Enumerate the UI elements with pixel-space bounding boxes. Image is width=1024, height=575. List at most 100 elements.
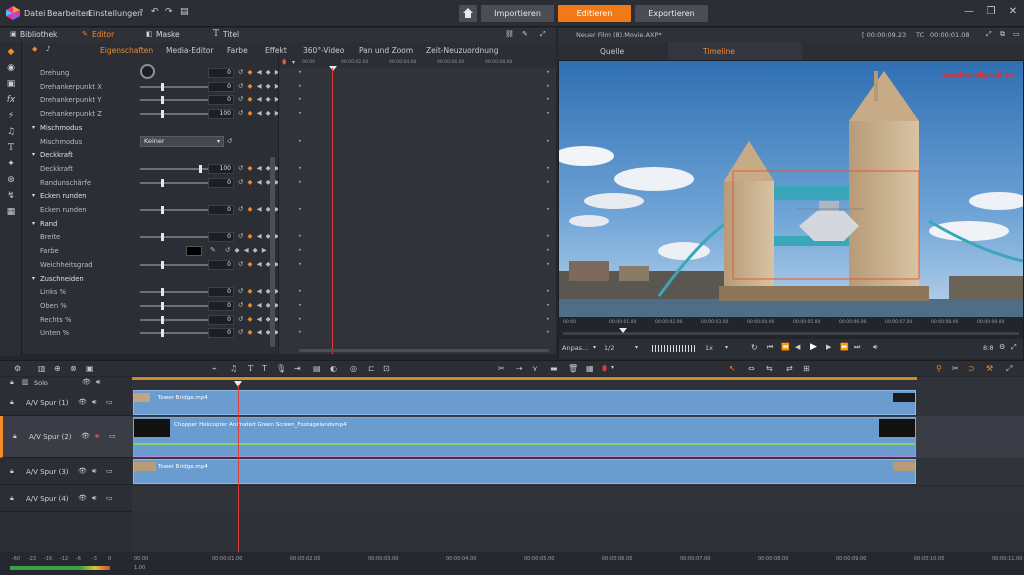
value-field[interactable]: 0 (208, 205, 234, 215)
keyframe-expand-icon[interactable]: ▸ (547, 165, 550, 171)
go-end-icon[interactable]: ⏭ (854, 343, 860, 352)
track-lock-icon[interactable]: ▣ (86, 364, 94, 373)
lock-all-icon[interactable]: 🔒︎ (10, 378, 14, 387)
tab-quelle[interactable]: Quelle (600, 47, 624, 56)
media-icon[interactable]: ▣ (5, 78, 17, 90)
eyedropper-icon[interactable]: ✎ (210, 246, 216, 254)
rotation-dial[interactable] (140, 64, 155, 79)
slider-knob[interactable] (198, 164, 202, 173)
track-lock-icon[interactable]: 🔒︎ (10, 494, 14, 503)
property-slider[interactable] (140, 96, 208, 105)
monitor-icon[interactable]: ▭ (109, 432, 116, 440)
keyframe-dropdown-icon[interactable]: ▾ (292, 59, 295, 66)
monitor-icon[interactable]: ▭ (106, 494, 113, 502)
keyframe-controls[interactable]: ↺ ◆ ◀ ◆ ▶ (238, 68, 281, 76)
eye-all-icon[interactable]: 👁︎ (82, 378, 91, 386)
link-icon[interactable]: ⛓ (505, 30, 514, 38)
section-toggle-icon[interactable]: ▾ (32, 220, 35, 227)
ratio-dropdown-icon[interactable]: ▾ (635, 344, 638, 351)
track-header[interactable]: 🔒︎ A/V Spur (2) 👁︎ 🔊︎ ▭ (0, 416, 132, 458)
reset-icon[interactable]: ↺ (238, 82, 248, 90)
reset-icon[interactable]: ↺ (238, 260, 248, 268)
tools-icon[interactable]: ⚒ (986, 364, 993, 373)
speaker-icon[interactable]: 🔊︎ (92, 398, 96, 407)
value-field[interactable]: 0 (208, 177, 234, 188)
marker-dropdown-icon[interactable]: ▾ (611, 364, 614, 371)
value-field[interactable]: 0 (208, 300, 234, 311)
slider-knob[interactable] (161, 96, 165, 105)
tab-maske[interactable]: Maske (156, 30, 180, 39)
undo-icon[interactable]: ↶ (151, 7, 159, 17)
subtab-360-video[interactable]: 360°-Video (303, 46, 344, 55)
import-button[interactable]: Importieren (481, 5, 554, 22)
monitor-icon[interactable]: ▭ (106, 398, 113, 406)
keyframe-expand-icon[interactable]: ▸ (547, 233, 550, 239)
keyframe-expand-icon[interactable]: ▸ (547, 69, 550, 75)
audio-icon[interactable]: ♫ (230, 364, 237, 373)
restore-icon[interactable]: ❐ (984, 5, 998, 19)
fit-dropdown-icon[interactable]: ▾ (593, 344, 596, 351)
keyframe-expand-icon[interactable]: ▸ (547, 110, 550, 116)
keyframe-marker-icon[interactable]: ⬮ (282, 58, 286, 67)
slide-icon[interactable]: ⇔ (748, 364, 755, 373)
eye-icon[interactable]: 👁︎ (81, 432, 90, 440)
keyframe-expand-icon[interactable]: ▸ (299, 302, 302, 308)
property-slider[interactable] (140, 178, 208, 187)
tab-titel[interactable]: Titel (223, 30, 239, 39)
value-field[interactable]: 0 (208, 95, 234, 106)
fit-select[interactable]: Anpas... (562, 344, 588, 352)
property-slider[interactable] (140, 233, 208, 242)
section-label[interactable]: Mischmodus (40, 124, 82, 132)
tab-bibliothek[interactable]: Bibliothek (20, 30, 57, 39)
track-lock-icon[interactable]: 🔒︎ (13, 432, 17, 441)
value-field[interactable]: 0 (208, 232, 234, 243)
frame-forward-icon[interactable]: ▶ (826, 343, 831, 351)
edit-button[interactable]: Editieren (558, 5, 631, 22)
property-select[interactable]: Keiner ▾ (140, 135, 224, 147)
keyframe-expand-icon[interactable]: ▸ (299, 69, 302, 75)
keyframe-nav-icon[interactable]: ◀ ◆ ▶ (254, 178, 281, 186)
preview-ruler[interactable]: 00:00 00:00:01.00 00:00:02.00 00:00:03.00 00… (559, 317, 1023, 339)
keyframe-controls[interactable]: ↺ ◆ ◀ ◆ ▶ (238, 95, 281, 103)
value-field[interactable]: 100 (208, 163, 234, 174)
section-label[interactable]: Deckkraft (40, 151, 73, 159)
reset-icon[interactable]: ↺ (238, 328, 248, 336)
keyframe-expand-icon[interactable]: ▸ (547, 96, 550, 102)
mic-icon[interactable]: 🎙︎ (276, 364, 286, 373)
reset-icon[interactable]: ↺ (238, 164, 248, 172)
keyframe-nav-icon[interactable]: ◀ ◆ ▶ (254, 68, 281, 76)
transition-icon[interactable]: ⚡ (5, 110, 17, 122)
keyframe-expand-icon[interactable]: ▸ (547, 261, 550, 267)
clip-track-3[interactable]: Tower Bridge.mp4 (133, 459, 916, 484)
slider-knob[interactable] (161, 206, 165, 214)
subtab-zeit-neuzuordnung[interactable]: Zeit-Neuzuordnung (426, 46, 498, 55)
keyframe-controls[interactable]: ↺ ◆ ◀ ◆ ▶ (225, 246, 268, 254)
keyframe-nav-icon[interactable]: ◀ ◆ ▶ (254, 164, 281, 172)
roll-icon[interactable]: ⇆ (766, 364, 773, 373)
snapshot-icon[interactable]: ▬ (550, 364, 558, 373)
subtab-effekt[interactable]: Effekt (265, 46, 287, 55)
color-swatch[interactable] (186, 246, 202, 257)
subtab-media-editor[interactable]: Media-Editor (166, 46, 213, 55)
preview-playhead[interactable] (619, 328, 627, 333)
speaker-icon[interactable]: 🔊︎ (92, 494, 96, 503)
keyframe-expand-icon[interactable]: ▸ (547, 302, 550, 308)
reset-icon[interactable]: ↺ (238, 109, 248, 117)
film-tool-icon[interactable]: ▤ (313, 364, 321, 373)
maximize-icon[interactable]: ▭ (1013, 30, 1020, 38)
trash-icon[interactable]: 🗑︎ (568, 364, 578, 373)
keyframe-controls[interactable]: ↺ ◆ ◀ ◆ ▶ (238, 82, 281, 90)
tab-editor[interactable]: Editor (92, 30, 114, 39)
preview-fullscreen-icon[interactable]: ⤢ (1011, 343, 1017, 352)
eye-icon[interactable]: 👁︎ (78, 398, 87, 406)
keyframe-expand-icon[interactable]: ▸ (299, 233, 302, 239)
value-field[interactable]: 0 (208, 81, 234, 92)
keyframe-expand-icon[interactable]: ▸ (547, 288, 550, 294)
clip-track-1[interactable]: Tower Bridge.mp4 (133, 390, 916, 415)
reset-icon[interactable]: ↺ (238, 315, 248, 323)
properties-scrollbar[interactable] (270, 157, 275, 347)
overwrite-icon[interactable]: ⊃ (968, 364, 975, 373)
keyframe-expand-icon[interactable]: ▸ (299, 316, 302, 322)
menu-bearbeiten[interactable]: Bearbeiten (47, 9, 91, 18)
fullscreen-icon[interactable]: ⤢ (986, 30, 992, 39)
